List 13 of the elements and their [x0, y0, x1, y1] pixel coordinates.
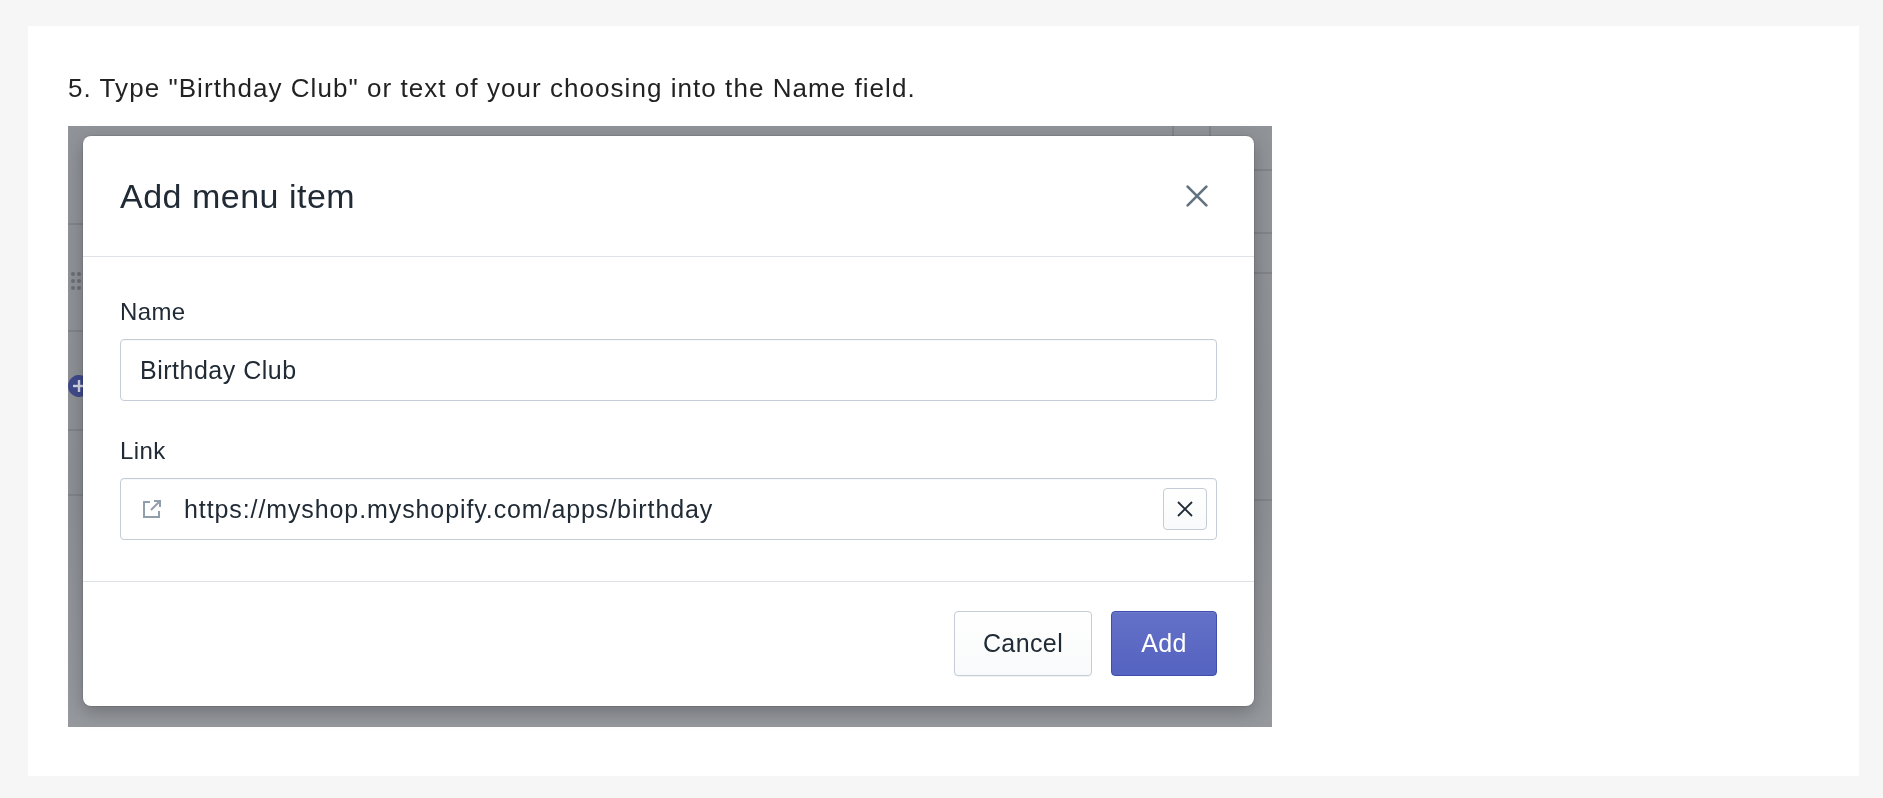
- add-button[interactable]: Add: [1111, 611, 1217, 676]
- field-label: Name: [120, 298, 186, 326]
- close-icon[interactable]: [1186, 185, 1208, 207]
- clear-button[interactable]: [1163, 488, 1207, 530]
- link-input[interactable]: https://myshop.myshopify.com/apps/birthday: [120, 478, 1217, 540]
- text-input[interactable]: Birthday Club: [120, 339, 1217, 401]
- field-label: Link: [120, 437, 166, 465]
- instruction-text: 5. Type "Birthday Club" or text of your choosing into the Name field.: [68, 73, 916, 103]
- cancel-button[interactable]: Cancel: [954, 611, 1092, 676]
- x-icon: [1177, 501, 1193, 517]
- drag-handle-icon: [71, 272, 81, 290]
- dialog-title: Add menu item: [120, 176, 356, 216]
- external-link-icon: [142, 499, 162, 519]
